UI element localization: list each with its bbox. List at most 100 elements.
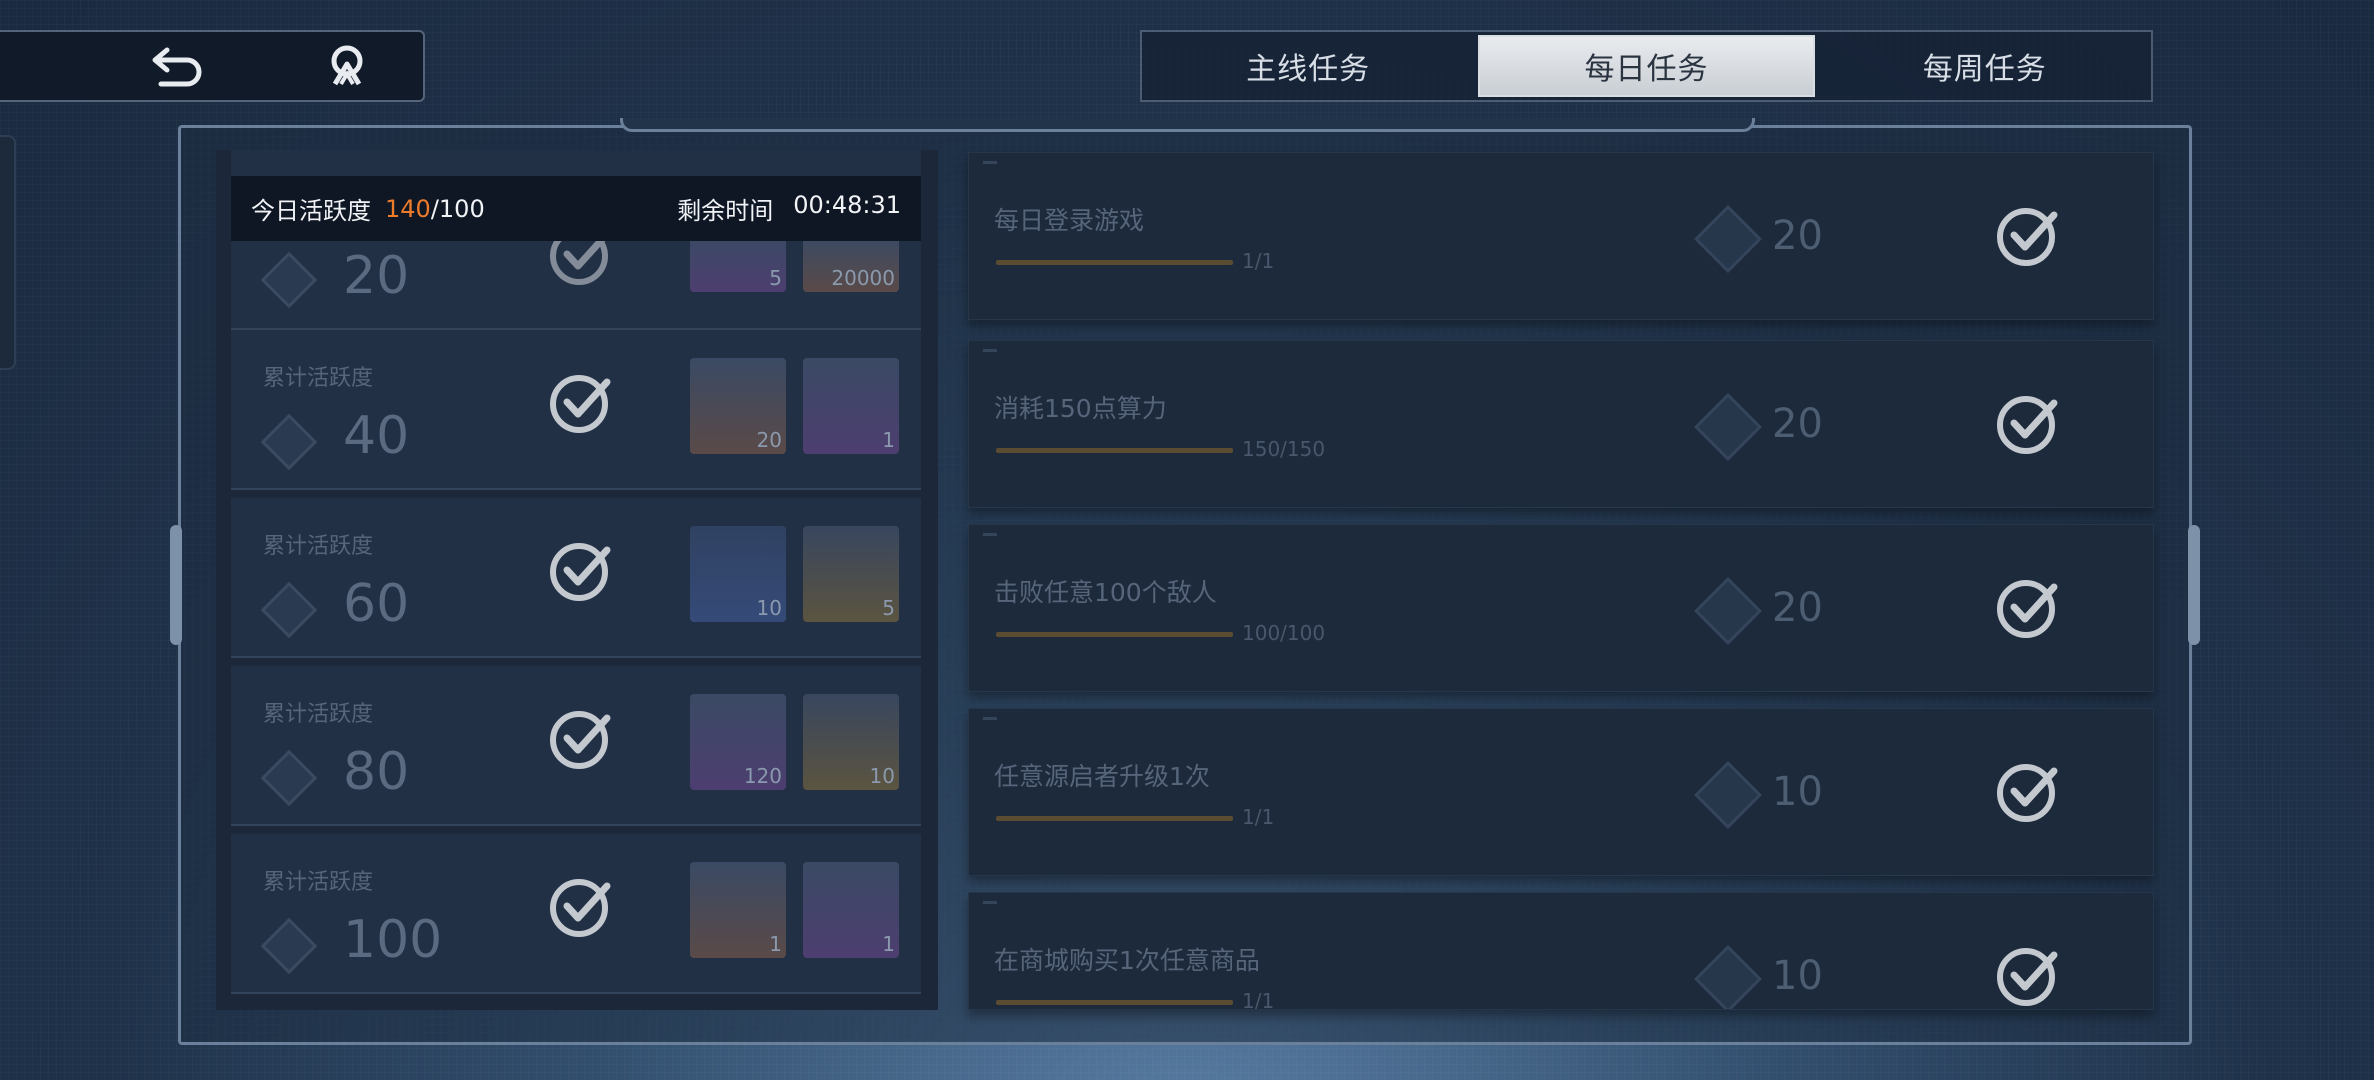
task-progress-text: 1/1 xyxy=(1242,989,1275,1010)
reward-item-count: 10 xyxy=(756,596,782,620)
activity-diamond-icon xyxy=(260,581,318,639)
daily-task-card[interactable]: 消耗150点算力 150/150 20 xyxy=(968,340,2154,508)
task-progress-bar xyxy=(996,448,1233,453)
reward-item-count: 1 xyxy=(769,932,782,956)
reward-item-icon xyxy=(821,540,881,594)
reward-item-icon xyxy=(708,708,768,762)
task-progress-text: 100/100 xyxy=(1242,621,1326,645)
tab-main-quests[interactable]: 主线任务 xyxy=(1142,35,1474,97)
tab-daily-quests[interactable]: 每日任务 xyxy=(1478,35,1815,97)
milestone-value: 60 xyxy=(343,574,410,634)
task-title: 任意源启者升级1次 xyxy=(994,762,1210,791)
completed-check-icon xyxy=(1994,573,2062,645)
reward-item-count: 1 xyxy=(882,932,895,956)
frame-top-notch xyxy=(620,118,1755,132)
activity-diamond-icon xyxy=(1694,205,1762,273)
reward-item[interactable]: 20 xyxy=(690,358,786,454)
activity-diamond-icon xyxy=(260,917,318,975)
home-button[interactable] xyxy=(312,40,382,96)
reward-item[interactable]: 20000 xyxy=(803,236,899,292)
task-tabs: 主线任务 每日任务 每周任务 xyxy=(1140,30,2153,102)
frame-right-handle xyxy=(2188,525,2200,645)
milestone-label: 累计活跃度 xyxy=(263,366,374,391)
task-progress-text: 1/1 xyxy=(1242,249,1275,273)
activity-diamond-icon xyxy=(1694,577,1762,645)
task-reward-value: 20 xyxy=(1772,585,1823,631)
card-corner-mark xyxy=(983,901,997,904)
completed-check-icon xyxy=(1994,389,2062,461)
tab-weekly-quests[interactable]: 每周任务 xyxy=(1819,35,2151,97)
activity-diamond-icon xyxy=(1694,393,1762,461)
daily-task-card[interactable]: 每日登录游戏 1/1 20 xyxy=(968,152,2154,320)
task-title: 消耗150点算力 xyxy=(994,394,1167,423)
reward-item-icon xyxy=(708,372,768,426)
back-button[interactable] xyxy=(142,40,212,96)
reward-item[interactable]: 1 xyxy=(690,862,786,958)
task-progress-bar xyxy=(996,1000,1233,1005)
claimed-check-icon xyxy=(547,368,615,440)
daily-task-card[interactable]: 在商城购买1次任意商品 1/1 10 xyxy=(968,892,2154,1010)
task-progress-bar xyxy=(996,260,1233,265)
milestone-label: 累计活跃度 xyxy=(263,702,374,727)
reward-item-icon xyxy=(821,250,881,304)
reward-item[interactable]: 5 xyxy=(690,236,786,292)
task-progress-bar xyxy=(996,816,1233,821)
reward-item-count: 5 xyxy=(882,596,895,620)
remaining-time-label: 剩余时间 xyxy=(677,197,774,225)
activity-current: 140 xyxy=(385,194,431,223)
milestone-value: 40 xyxy=(343,406,410,466)
home-icon xyxy=(327,44,367,92)
milestone-value: 100 xyxy=(343,910,443,970)
activity-diamond-icon xyxy=(1694,945,1762,1009)
activity-diamond-icon xyxy=(260,413,318,471)
reward-item[interactable]: 1 xyxy=(803,862,899,958)
reward-item-count: 120 xyxy=(743,764,782,788)
task-title: 击败任意100个敌人 xyxy=(994,578,1217,607)
task-title: 在商城购买1次任意商品 xyxy=(994,946,1260,975)
milestone-value: 80 xyxy=(343,742,410,802)
activity-diamond-icon xyxy=(260,749,318,807)
milestone-row[interactable]: 累计活跃度 100 1 1 xyxy=(231,834,921,994)
reward-item[interactable]: 10 xyxy=(803,694,899,790)
activity-max: /100 xyxy=(430,194,485,223)
milestone-value: 20 xyxy=(343,246,410,306)
card-corner-mark xyxy=(983,349,997,352)
reward-item-icon xyxy=(708,876,768,930)
reward-item-count: 10 xyxy=(869,764,895,788)
claimed-check-icon xyxy=(547,872,615,944)
reward-item-icon xyxy=(821,372,881,426)
milestone-row[interactable]: 累计活跃度 60 10 5 xyxy=(231,498,921,658)
card-corner-mark xyxy=(983,533,997,536)
activity-diamond-icon xyxy=(1694,761,1762,829)
card-corner-mark xyxy=(983,161,997,164)
task-reward-value: 10 xyxy=(1772,769,1823,815)
activity-label: 今日活跃度 xyxy=(251,197,371,225)
task-reward-value: 10 xyxy=(1772,953,1823,999)
reward-item-icon xyxy=(821,876,881,930)
claimed-check-icon xyxy=(547,704,615,776)
reward-item[interactable]: 5 xyxy=(803,526,899,622)
reward-item-count: 20 xyxy=(756,428,782,452)
completed-check-icon xyxy=(1994,201,2062,273)
milestone-row[interactable]: 累计活跃度 40 20 1 xyxy=(231,330,921,490)
milestone-row[interactable]: 累计活跃度 80 120 10 xyxy=(231,666,921,826)
task-title: 每日登录游戏 xyxy=(994,206,1145,235)
reward-item[interactable]: 10 xyxy=(690,526,786,622)
daily-task-card[interactable]: 任意源启者升级1次 1/1 10 xyxy=(968,708,2154,876)
milestone-label: 累计活跃度 xyxy=(263,534,374,559)
milestone-label: 累计活跃度 xyxy=(263,870,374,895)
claimed-check-icon xyxy=(547,536,615,608)
task-progress-text: 1/1 xyxy=(1242,805,1275,829)
side-drawer-handle[interactable] xyxy=(0,135,16,370)
completed-check-icon xyxy=(1994,941,2062,1009)
reward-item[interactable]: 1 xyxy=(803,358,899,454)
back-arrow-icon xyxy=(147,44,207,92)
completed-check-icon xyxy=(1994,757,2062,829)
card-corner-mark xyxy=(983,717,997,720)
reward-item[interactable]: 120 xyxy=(690,694,786,790)
reward-item-count: 1 xyxy=(882,428,895,452)
frame-left-handle xyxy=(170,525,182,645)
task-reward-value: 20 xyxy=(1772,213,1823,259)
daily-task-card[interactable]: 击败任意100个敌人 100/100 20 xyxy=(968,524,2154,692)
top-nav-bar xyxy=(0,30,425,102)
